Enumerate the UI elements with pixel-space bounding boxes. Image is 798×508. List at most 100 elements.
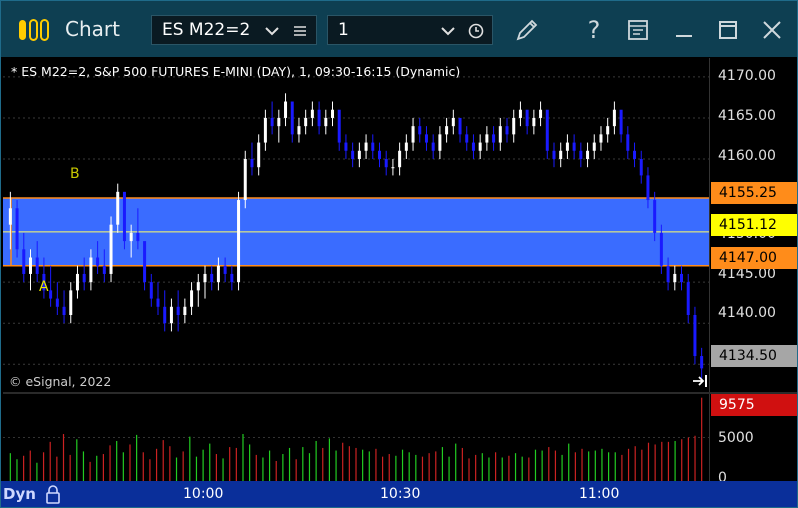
candle-body xyxy=(693,314,697,357)
candle-body xyxy=(230,273,234,283)
candle-body xyxy=(22,249,26,274)
candle-body xyxy=(216,265,220,283)
time-tick: 10:30 xyxy=(380,486,421,502)
candle-body xyxy=(196,282,200,291)
candle-body xyxy=(75,273,79,291)
candle-body xyxy=(69,290,73,315)
upper-band-tag: 4155.25 xyxy=(711,182,797,204)
chevron-down-icon[interactable] xyxy=(438,21,458,41)
candle-body xyxy=(62,306,66,315)
candle-body xyxy=(183,306,187,315)
candle-body xyxy=(431,142,435,151)
candle-body xyxy=(384,158,388,168)
candle-body xyxy=(250,158,254,168)
candle-body xyxy=(203,273,207,283)
app-logo-icon xyxy=(11,15,55,45)
maximize-icon[interactable] xyxy=(711,13,745,47)
candle-body xyxy=(149,282,153,299)
candle-body xyxy=(659,232,663,266)
close-icon[interactable] xyxy=(755,13,789,47)
candle-body xyxy=(680,273,684,283)
template-icon[interactable] xyxy=(621,13,655,47)
candle-body xyxy=(82,273,86,283)
list-menu-icon[interactable] xyxy=(290,21,310,41)
candle-body xyxy=(525,109,529,127)
interval-combo[interactable]: 1 xyxy=(327,15,493,45)
candle-body xyxy=(606,126,610,135)
volume-axis[interactable]: 9575 5000 0 xyxy=(709,394,797,486)
symbol-value: ES M22=2 xyxy=(162,20,251,40)
chart-window: Chart ES M22=2 1 ? A B * ES M22=2, S&P 5… xyxy=(0,0,798,508)
price-tick: 4170.00 xyxy=(718,68,776,84)
window-title: Chart xyxy=(65,17,120,41)
candle-body xyxy=(666,265,670,283)
candle-body xyxy=(284,101,288,118)
candle-body xyxy=(592,142,596,151)
candle-body xyxy=(505,126,509,135)
candle-body xyxy=(438,134,442,151)
minimize-icon[interactable] xyxy=(667,13,701,47)
price-axis[interactable]: 4170.00 4165.00 4160.00 4150.00 4145.00 … xyxy=(709,58,797,393)
candle-body xyxy=(129,232,133,242)
candle-body xyxy=(304,117,308,127)
chevron-down-icon[interactable] xyxy=(262,21,282,41)
candle-body xyxy=(404,142,408,151)
candle-body xyxy=(700,356,704,369)
volume-plot[interactable] xyxy=(3,394,709,481)
candle-body xyxy=(619,109,623,135)
candle-body xyxy=(586,150,590,159)
candle-body xyxy=(424,134,428,143)
candle-body xyxy=(290,101,294,135)
clock-icon[interactable] xyxy=(466,21,486,41)
candle-body xyxy=(357,150,361,159)
candle-body xyxy=(277,117,281,127)
candle-body xyxy=(552,150,556,159)
candle-body xyxy=(377,150,381,159)
candle-body xyxy=(626,134,630,151)
candle-body xyxy=(297,126,301,135)
candle-body xyxy=(465,134,469,143)
candle-body xyxy=(89,257,93,283)
help-icon[interactable]: ? xyxy=(577,13,611,47)
candle-body xyxy=(485,134,489,143)
price-tick: 4160.00 xyxy=(718,148,776,164)
candle-body xyxy=(673,273,677,283)
candle-body xyxy=(572,142,576,151)
candle-body xyxy=(116,191,120,225)
candle-body xyxy=(122,191,126,242)
candle-body xyxy=(398,150,402,168)
candle-body xyxy=(257,142,261,168)
candle-body xyxy=(337,109,341,143)
candle-body xyxy=(451,117,455,127)
candle-body xyxy=(263,117,267,143)
candle-body xyxy=(331,109,335,118)
last-price-tag: 4134.50 xyxy=(711,345,797,367)
lock-icon[interactable] xyxy=(43,483,63,505)
dynamic-status: Dyn xyxy=(3,485,36,503)
candle-body xyxy=(96,257,100,266)
candle-body xyxy=(270,117,274,127)
annotation-a: A xyxy=(39,279,49,295)
candle-body xyxy=(35,257,39,274)
time-axis[interactable]: Dyn 10:00 10:30 11:00 xyxy=(1,481,797,507)
candle-body xyxy=(639,158,643,176)
price-plot[interactable]: AB xyxy=(3,58,709,393)
scroll-to-end-icon[interactable] xyxy=(691,372,709,390)
candle-body xyxy=(163,306,167,324)
mid-band-tag: 4151.12 xyxy=(711,214,797,236)
candle-body xyxy=(176,306,180,315)
volume-chart[interactable] xyxy=(3,394,709,481)
title-bar: Chart ES M22=2 1 ? xyxy=(1,1,797,57)
candle-body xyxy=(371,142,375,151)
symbol-combo[interactable]: ES M22=2 xyxy=(151,15,317,45)
price-chart[interactable]: AB * ES M22=2, S&P 500 FUTURES E-MINI (D… xyxy=(3,58,709,393)
candle-body xyxy=(324,117,328,127)
candle-body xyxy=(156,298,160,307)
pencil-icon[interactable] xyxy=(509,13,545,47)
candle-body xyxy=(169,306,173,324)
volume-tag: 9575 xyxy=(711,394,797,416)
candle-body xyxy=(539,109,543,118)
candle-body xyxy=(49,290,53,299)
candle-body xyxy=(143,241,147,283)
candle-body xyxy=(599,134,603,143)
